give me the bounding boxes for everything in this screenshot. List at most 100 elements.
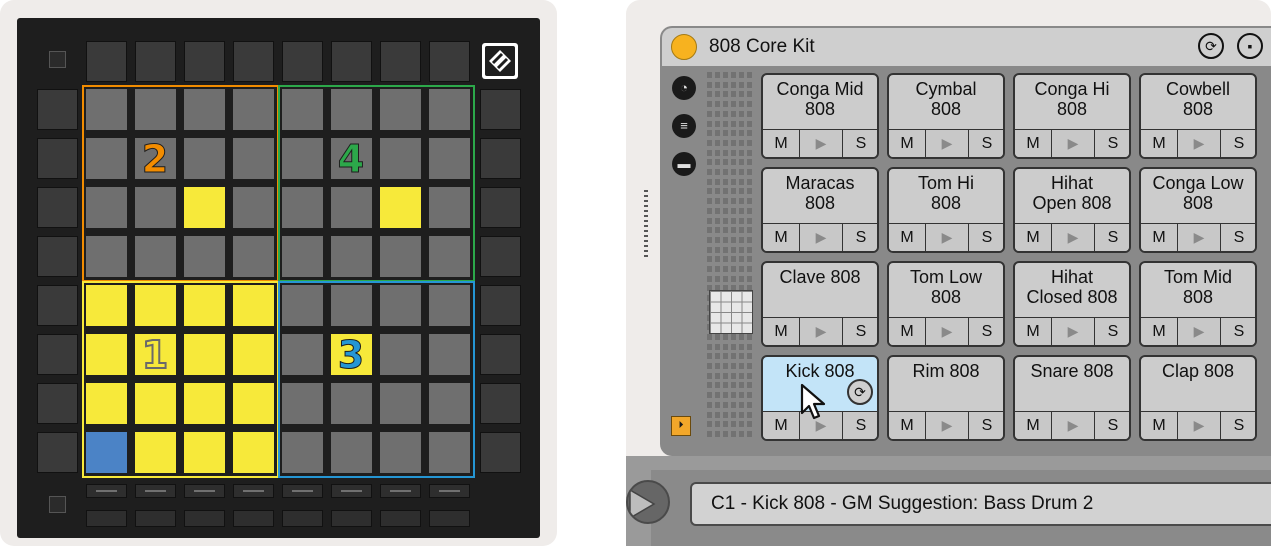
top-row-button[interactable] [331,41,372,82]
grid-pad[interactable] [429,236,470,277]
mute-button[interactable]: M [1141,224,1178,251]
right-column-button[interactable] [480,383,521,424]
drum-pad[interactable]: Maracas 808 M ▶ S [761,167,879,253]
right-column-button[interactable] [480,89,521,130]
grid-pad[interactable] [184,236,225,277]
top-row-button[interactable] [86,41,127,82]
mute-button[interactable]: M [1015,224,1052,251]
left-column-button[interactable] [37,285,78,326]
grid-pad[interactable] [135,236,176,277]
drum-pad[interactable]: Cymbal 808 M ▶ S [887,73,1005,159]
io-icon[interactable]: ▬ [672,152,696,176]
hot-swap-icon[interactable]: ⟳ [1198,33,1224,59]
mute-button[interactable]: M [1015,412,1052,439]
grid-pad[interactable] [429,285,470,326]
drum-pad[interactable]: Clap 808 M ▶ S [1139,355,1257,441]
play-pad-button[interactable]: ▶ [800,318,843,345]
bottom-button-lower[interactable] [135,510,176,527]
grid-pad[interactable] [184,432,225,473]
grid-pad[interactable] [380,187,421,228]
mute-button[interactable]: M [1141,412,1178,439]
grid-pad[interactable] [184,89,225,130]
drum-pad[interactable]: Kick 808 M ▶ S ⟳ [761,355,879,441]
grid-pad[interactable] [282,285,323,326]
left-column-button[interactable] [37,236,78,277]
play-pad-button[interactable]: ▶ [1052,224,1095,251]
grid-pad[interactable] [282,383,323,424]
session-mini-button[interactable] [49,51,66,68]
grid-pad[interactable] [184,138,225,179]
mute-button[interactable]: M [1141,318,1178,345]
overview-selected-bank[interactable] [709,290,753,334]
grid-pad[interactable] [380,236,421,277]
play-pad-button[interactable]: ▶ [1052,130,1095,157]
mute-button[interactable]: M [889,412,926,439]
drum-pad[interactable]: Hihat Open 808 M ▶ S [1013,167,1131,253]
drum-pad[interactable]: Cowbell 808 M ▶ S [1139,73,1257,159]
play-pad-button[interactable]: ▶ [800,130,843,157]
bottom-button-lower[interactable] [86,510,127,527]
grid-pad[interactable] [380,138,421,179]
mute-button[interactable]: M [889,224,926,251]
grid-pad[interactable] [86,432,127,473]
grid-pad[interactable] [233,285,274,326]
solo-button[interactable]: S [843,318,877,345]
mute-button[interactable]: M [1015,318,1052,345]
solo-button[interactable]: S [969,130,1003,157]
grid-pad[interactable] [331,187,372,228]
drum-pad[interactable]: Conga Mid 808 M ▶ S [761,73,879,159]
play-pad-button[interactable]: ▶ [926,318,969,345]
grid-pad[interactable] [429,187,470,228]
drum-pad[interactable]: Conga Hi 808 M ▶ S [1013,73,1131,159]
grid-pad[interactable] [429,138,470,179]
play-pad-button[interactable]: ▶ [1178,130,1221,157]
mute-button[interactable]: M [763,224,800,251]
solo-button[interactable]: S [969,412,1003,439]
mute-button[interactable]: M [763,318,800,345]
bottom-button-lower[interactable] [233,510,274,527]
mute-button[interactable]: M [1015,130,1052,157]
mute-button[interactable]: M [889,318,926,345]
grid-pad[interactable] [233,187,274,228]
grid-pad[interactable] [331,432,372,473]
play-pad-button[interactable]: ▶ [926,412,969,439]
right-column-button[interactable] [480,432,521,473]
left-column-button[interactable] [37,334,78,375]
grid-pad[interactable] [429,89,470,130]
top-row-button[interactable] [184,41,225,82]
grid-pad[interactable] [282,432,323,473]
mute-button[interactable]: M [889,130,926,157]
solo-button[interactable]: S [1095,224,1129,251]
save-preset-icon[interactable]: ▪ [1237,33,1263,59]
solo-button[interactable]: S [969,318,1003,345]
play-pad-button[interactable]: ▶ [800,224,843,251]
grid-pad[interactable] [380,383,421,424]
grid-pad[interactable] [135,285,176,326]
grid-pad[interactable] [184,285,225,326]
grid-pad[interactable] [380,432,421,473]
solo-button[interactable]: S [1221,412,1255,439]
grid-pad[interactable] [429,334,470,375]
solo-button[interactable]: S [1095,130,1129,157]
solo-button[interactable]: S [843,224,877,251]
right-column-button[interactable] [480,138,521,179]
drum-pad[interactable]: Tom Mid 808 M ▶ S [1139,261,1257,347]
chain-list-icon[interactable]: ≡ [672,114,696,138]
bottom-button-lower[interactable] [282,510,323,527]
panel-drag-handle[interactable] [644,190,648,260]
grid-pad[interactable] [233,138,274,179]
grid-pad[interactable] [233,236,274,277]
grid-pad[interactable] [135,187,176,228]
left-column-button[interactable] [37,432,78,473]
hot-swap-pad-icon[interactable]: ⟳ [847,379,873,405]
play-pad-button[interactable]: ▶ [926,130,969,157]
chain-toggle-icon[interactable]: ⏵ [671,416,691,436]
drum-pad[interactable]: Hihat Closed 808 M ▶ S [1013,261,1131,347]
left-column-button[interactable] [37,187,78,228]
grid-pad[interactable] [233,334,274,375]
solo-button[interactable]: S [1221,318,1255,345]
play-pad-button[interactable]: ▶ [926,224,969,251]
solo-button[interactable]: S [1221,224,1255,251]
play-pad-button[interactable]: ▶ [1052,318,1095,345]
mute-button[interactable]: M [763,130,800,157]
